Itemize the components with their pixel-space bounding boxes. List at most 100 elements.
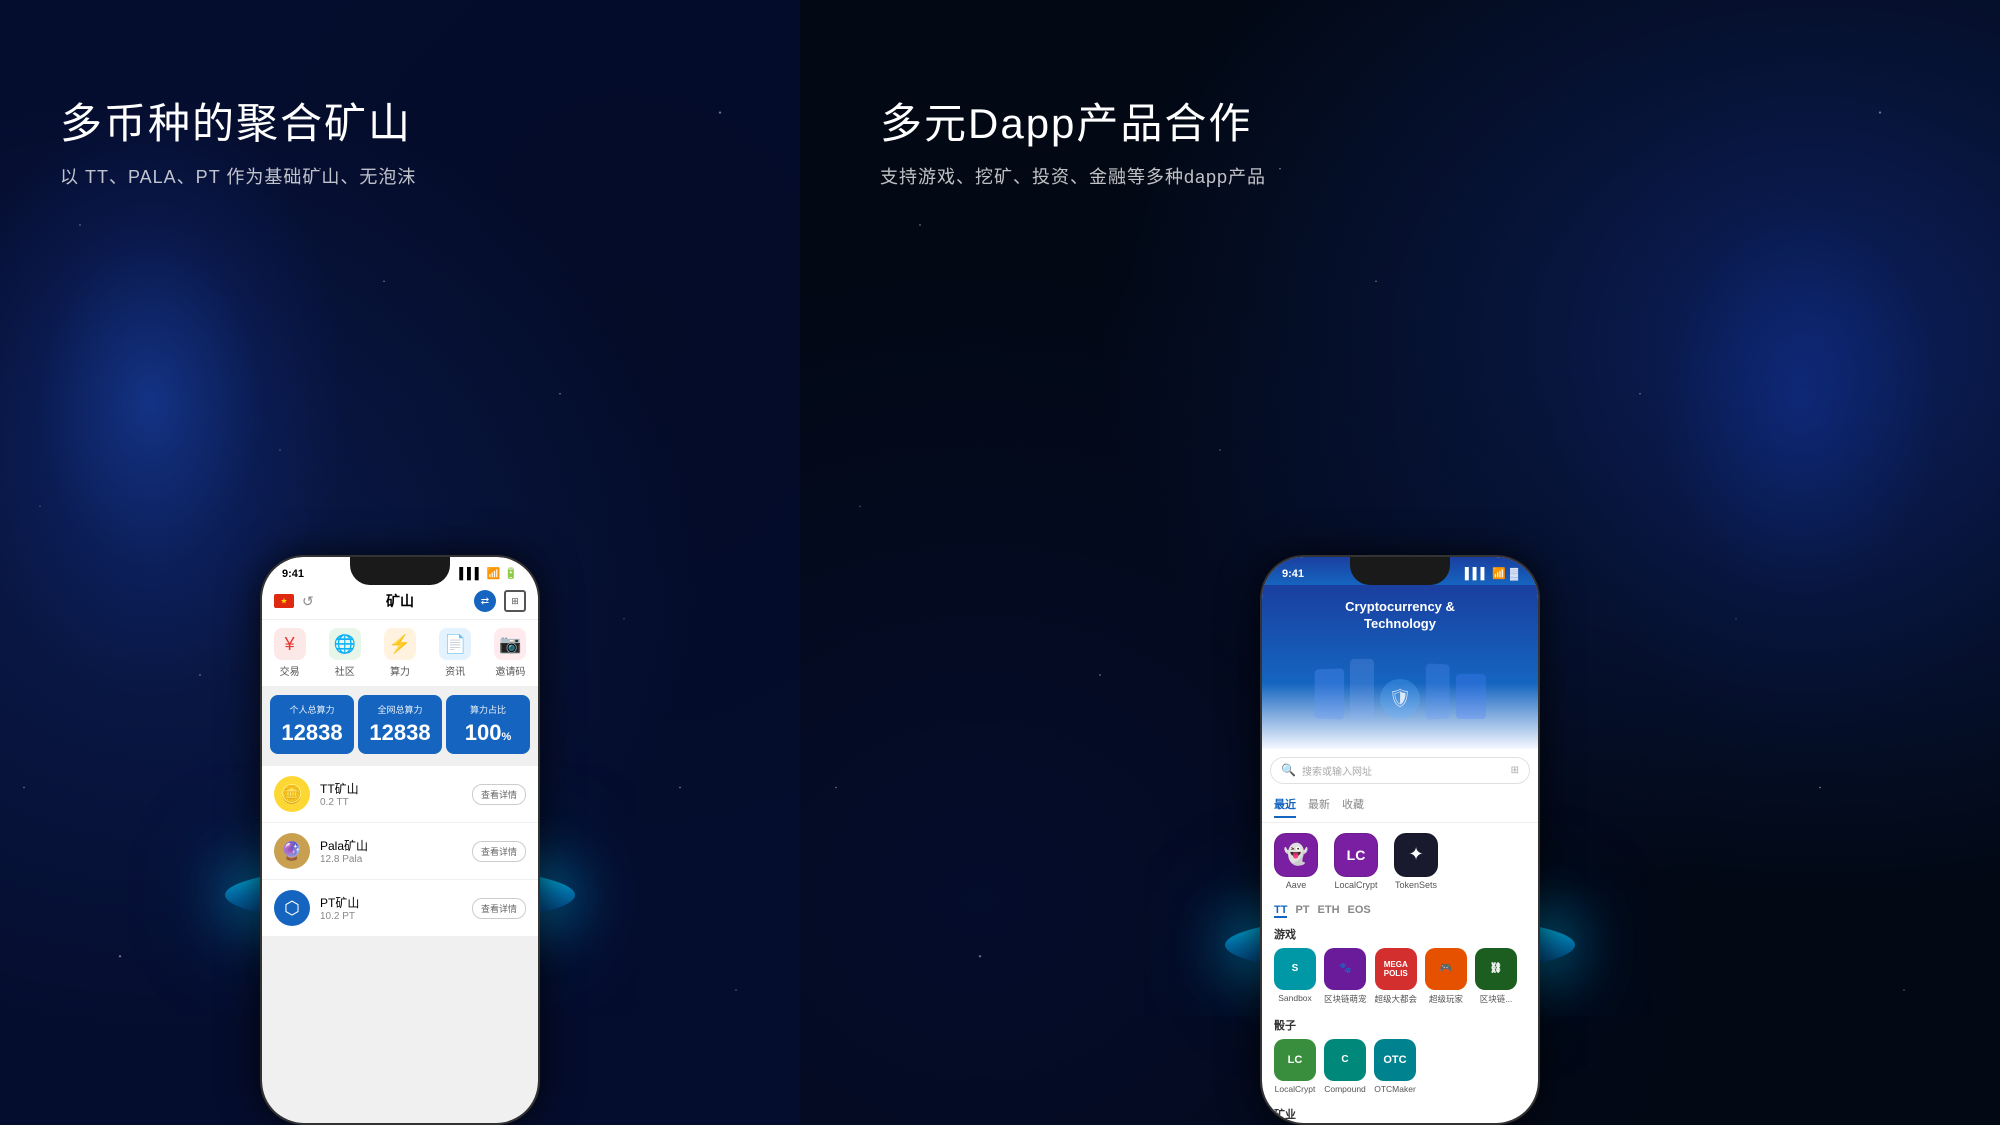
nav-trade[interactable]: ¥ 交易 (274, 628, 306, 678)
otcmaker-label: OTCMaker (1374, 1084, 1416, 1094)
illus-block-2 (1350, 659, 1374, 719)
chain-eth[interactable]: ETH (1318, 904, 1340, 918)
compound-icon: C (1324, 1039, 1366, 1081)
dapp-tokensets[interactable]: ✦ TokenSets (1394, 833, 1438, 890)
left-heading: 多币种的聚合矿山 以 TT、PALA、PT 作为基础矿山、无泡沫 (60, 90, 416, 189)
chain-tabs: TT PT ETH EOS (1262, 900, 1538, 922)
right-status-icons: ▌▌▌ 📶 ▓ (1465, 567, 1518, 580)
trade-icon: ¥ (274, 628, 306, 660)
invite-label: 邀请码 (495, 663, 525, 678)
refresh-icon: ↺ (302, 593, 314, 610)
stat-network: 全网总算力 12838 (358, 695, 442, 754)
tab-recent[interactable]: 最近 (1274, 796, 1296, 818)
mine-item-pala: 🔮 Pala矿山 12.8 Pala 查看详情 (262, 823, 538, 880)
search-icon: 🔍 (1281, 763, 1296, 777)
left-phone-container: 9:41 ▌▌▌ 📶 🔋 ↺ 矿山 ⇄ (260, 555, 540, 1125)
games-section-title: 游戏 (1262, 922, 1538, 944)
blockchain-game-label: 区块链... (1480, 993, 1513, 1005)
signal-icon: ▌▌▌ (459, 568, 482, 580)
right-battery-icon: ▓ (1510, 568, 1518, 580)
app-header: Cryptocurrency & Technology 🛡 (1262, 585, 1538, 749)
shield-icon: 🛡 (1389, 688, 1412, 709)
app-super-player[interactable]: 🎮 超级玩家 (1425, 948, 1467, 1005)
stat-personal-label: 个人总算力 (278, 703, 346, 716)
app-blockchain-game[interactable]: ⛓ 区块链... (1475, 948, 1517, 1005)
games-row: S Sandbox 🐾 区块链萌宠 MEGAPOLIS 超级大都会 🎮 超级玩家 (1262, 944, 1538, 1013)
blockchain-pet-icon: 🐾 (1324, 948, 1366, 990)
chain-tt[interactable]: TT (1274, 904, 1287, 918)
shield-decoration: 🛡 (1380, 679, 1420, 719)
left-title: 多币种的聚合矿山 (60, 90, 416, 151)
app-sandbox[interactable]: S Sandbox (1274, 948, 1316, 1005)
stat-network-label: 全网总算力 (366, 703, 434, 716)
account-icon[interactable]: ⇄ (474, 590, 496, 612)
stats-grid: 个人总算力 12838 全网总算力 12838 算力占比 100% (262, 687, 538, 762)
sandbox-label: Sandbox (1278, 993, 1312, 1003)
aave-icon: 👻 (1274, 833, 1318, 877)
pala-detail-button[interactable]: 查看详情 (472, 841, 526, 862)
nav-hashrate[interactable]: ⚡ 算力 (384, 628, 416, 678)
mining-section-title: 矿业 (1262, 1102, 1538, 1123)
illus-block-3 (1426, 663, 1450, 719)
quick-nav: ¥ 交易 🌐 社区 ⚡ 算力 📄 资讯 (262, 620, 538, 687)
right-phone-container: 9:41 ▌▌▌ 📶 ▓ Cryptocurrency & Technology (1260, 555, 1540, 1125)
expand-icon: ⊞ (1511, 765, 1519, 776)
tt-detail-button[interactable]: 查看详情 (472, 784, 526, 805)
tab-latest[interactable]: 最新 (1308, 796, 1330, 818)
app-title: Cryptocurrency & Technology (1276, 599, 1524, 633)
app-title-line1: Cryptocurrency & (1276, 599, 1524, 616)
nav-news[interactable]: 📄 资讯 (439, 628, 471, 678)
right-subtitle: 支持游戏、挖矿、投资、金融等多种dapp产品 (880, 163, 1266, 189)
tt-info: TT矿山 0.2 TT (320, 780, 472, 808)
stat-ratio-label: 算力占比 (454, 703, 522, 716)
search-bar[interactable]: 🔍 搜索或输入网址 ⊞ (1270, 757, 1530, 784)
pt-detail-button[interactable]: 查看详情 (472, 898, 526, 919)
news-icon: 📄 (439, 628, 471, 660)
tab-favorites[interactable]: 收藏 (1342, 796, 1364, 818)
invite-icon: 📷 (494, 628, 526, 660)
trade-label: 交易 (280, 663, 300, 678)
blockchain-game-icon: ⛓ (1475, 948, 1517, 990)
stat-ratio-value: 100% (454, 720, 522, 746)
chain-pt[interactable]: PT (1295, 904, 1309, 918)
right-wifi-icon: 📶 (1492, 567, 1506, 580)
illus-block-4 (1456, 674, 1486, 719)
hashrate-icon: ⚡ (384, 628, 416, 660)
nav-invite[interactable]: 📷 邀请码 (494, 628, 526, 678)
flag-icon (274, 594, 294, 608)
dapp-aave[interactable]: 👻 Aave (1274, 833, 1318, 890)
app-title-line2: Technology (1276, 616, 1524, 633)
sandbox-icon: S (1274, 948, 1316, 990)
app-illustration: 🛡 (1276, 639, 1524, 719)
news-label: 资讯 (445, 663, 465, 678)
left-phone: 9:41 ▌▌▌ 📶 🔋 ↺ 矿山 ⇄ (260, 555, 540, 1125)
chain-eos[interactable]: EOS (1348, 904, 1371, 918)
tokensets-icon: ✦ (1394, 833, 1438, 877)
right-phone-screen: 9:41 ▌▌▌ 📶 ▓ Cryptocurrency & Technology (1262, 557, 1538, 1123)
right-nebula (1550, 50, 2000, 750)
wifi-icon: 📶 (487, 567, 501, 580)
app-megapolis[interactable]: MEGAPOLIS 超级大都会 (1375, 948, 1418, 1005)
app-compound[interactable]: C Compound (1324, 1039, 1366, 1094)
stat-personal-value: 12838 (278, 720, 346, 746)
dapp-localcrypt[interactable]: LC LocalCrypt (1334, 833, 1378, 890)
mine-item-pt: ⬡ PT矿山 10.2 PT 查看详情 (262, 880, 538, 937)
menu-icon[interactable]: ⊞ (504, 590, 526, 612)
localcrypt-icon: LC (1334, 833, 1378, 877)
left-panel: 多币种的聚合矿山 以 TT、PALA、PT 作为基础矿山、无泡沫 9:41 ▌▌… (0, 0, 800, 1125)
right-heading: 多元Dapp产品合作 支持游戏、挖矿、投资、金融等多种dapp产品 (880, 90, 1266, 189)
dapp-tabs: 最近 最新 收藏 (1262, 792, 1538, 823)
left-phone-screen: 9:41 ▌▌▌ 📶 🔋 ↺ 矿山 ⇄ (262, 557, 538, 1123)
pt-icon: ⬡ (274, 890, 310, 926)
right-signal-icon: ▌▌▌ (1465, 568, 1488, 580)
localcrypt2-label: LocalCrypt (1275, 1084, 1316, 1094)
pala-icon: 🔮 (274, 833, 310, 869)
pt-info: PT矿山 10.2 PT (320, 894, 472, 922)
app-otcmaker[interactable]: OTC OTCMaker (1374, 1039, 1416, 1094)
nav-community[interactable]: 🌐 社区 (329, 628, 361, 678)
app-localcrypt2[interactable]: LC LocalCrypt (1274, 1039, 1316, 1094)
app-blockchain-pet[interactable]: 🐾 区块链萌宠 (1324, 948, 1367, 1005)
tt-amount: 0.2 TT (320, 797, 472, 808)
stat-ratio: 算力占比 100% (446, 695, 530, 754)
stat-personal: 个人总算力 12838 (270, 695, 354, 754)
